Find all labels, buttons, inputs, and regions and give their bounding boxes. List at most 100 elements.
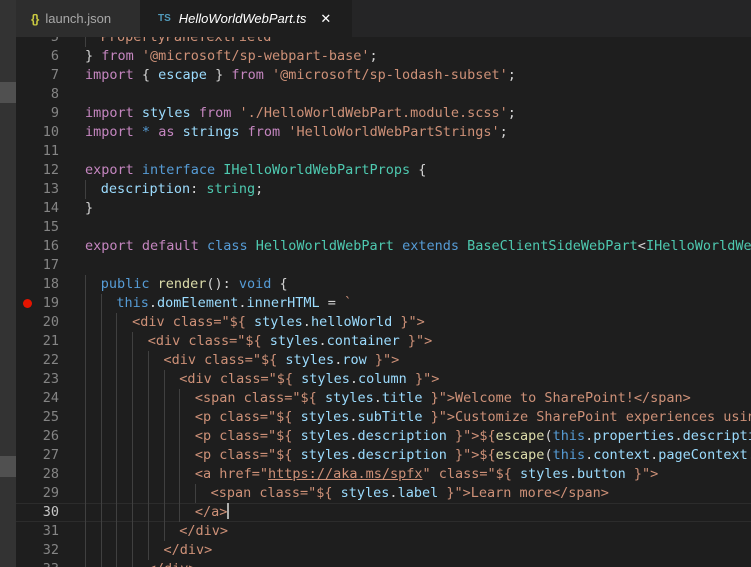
line-number: 9 [50, 105, 59, 121]
code-token: { [410, 162, 427, 178]
code-token: ; [369, 48, 378, 64]
code-line[interactable]: 23 <div class="${ styles.column }"> [16, 370, 751, 389]
code-token: import [85, 105, 134, 121]
indent-guide [116, 427, 118, 446]
indent-guide [163, 465, 165, 484]
code-text: } from '@microsoft/sp-webpart-base'; [85, 47, 378, 66]
code-token: description [682, 428, 751, 444]
code-line[interactable]: 26 <p class="${ styles.description }">${e… [16, 427, 751, 446]
code-token: interface [141, 162, 216, 178]
code-line[interactable]: 28 <a href="https://aka.ms/spfx" class="$… [16, 465, 751, 484]
code-token: label [397, 485, 439, 501]
code-line[interactable]: 32 </div> [16, 541, 751, 560]
code-line[interactable]: 21 <div class="${ styles.container }"> [16, 332, 751, 351]
indent-guide [85, 541, 86, 560]
code-token: context [593, 447, 651, 463]
code-token: styles [269, 333, 319, 349]
code-token: https://aka.ms/spfx [268, 466, 423, 482]
line-number: 5 [50, 37, 59, 45]
code-line[interactable]: 12 export interface IHelloWorldWebPartPro… [16, 161, 751, 180]
code-token: <span class="${ [210, 485, 341, 501]
code-line[interactable]: 18 public render(): void { [16, 275, 751, 294]
code-token: <p class="${ [194, 447, 301, 463]
indent-guide [147, 370, 149, 389]
code-line[interactable]: 14} [16, 199, 751, 218]
code-line[interactable]: 25 <p class="${ styles.subTitle }">Custom… [16, 408, 751, 427]
code-text: <span class="${ styles.label }">Learn mo… [211, 484, 609, 503]
tab-hello-world-web-part-ts[interactable]: TS HelloWorldWebPart.ts ✕ [140, 0, 352, 37]
code-line[interactable]: 30 </a> [16, 503, 751, 522]
indent-guide [100, 370, 102, 389]
code-text: </a> [195, 503, 230, 522]
code-line[interactable]: 5 PropertyPaneTextField [16, 37, 751, 47]
code-token: from [231, 67, 264, 83]
code-token: * [141, 124, 151, 140]
indent-guide [147, 446, 149, 465]
indent-guide [116, 503, 118, 522]
tab-launch-json[interactable]: {} launch.json [16, 0, 140, 37]
code-token: IHelloWorldWebPart [645, 238, 751, 254]
code-line[interactable]: 20 <div class="${ styles.helloWorld }"> [16, 313, 751, 332]
code-line[interactable]: 24 <span class="${ styles.title }">Welcom… [16, 389, 751, 408]
indent-guide [85, 275, 86, 294]
code-token: extends [402, 238, 459, 254]
code-line[interactable]: 31 </div> [16, 522, 751, 541]
code-token: class [206, 238, 248, 254]
indent-guide [85, 465, 86, 484]
line-number: 15 [42, 219, 59, 235]
code-line[interactable]: 8 [16, 85, 751, 104]
code-token: </div> [148, 561, 197, 567]
code-text: <div class="${ styles.column }"> [179, 370, 439, 389]
code-line[interactable]: 29 <span class="${ styles.label }">Learn … [16, 484, 751, 503]
code-line[interactable]: 6} from '@microsoft/sp-webpart-base'; [16, 47, 751, 66]
code-editor[interactable]: 5 PropertyPaneTextField 6} from '@microsof… [16, 37, 751, 567]
code-token: styles [340, 485, 390, 501]
code-line[interactable]: 15 [16, 218, 751, 237]
indent-guide [132, 351, 134, 370]
indent-guide [100, 522, 102, 541]
indent-guide [179, 427, 181, 446]
code-token: ; [507, 105, 516, 121]
code-line[interactable]: 11 [16, 142, 751, 161]
indent-guide [85, 408, 86, 427]
code-text: </div> [164, 541, 213, 560]
code-line[interactable]: 22 <div class="${ styles.row }"> [16, 351, 751, 370]
code-line[interactable]: 16 export default class HelloWorldWebPart… [16, 237, 751, 256]
indent-guide [100, 408, 102, 427]
code-line[interactable]: 10 import * as strings from 'HelloWorldWe… [16, 123, 751, 142]
code-token: }"> [406, 371, 440, 387]
code-line[interactable]: 27 <p class="${ styles.description }">${e… [16, 446, 751, 465]
code-line[interactable]: 19 this.domElement.innerHTML = ` [16, 294, 751, 313]
code-token: this [116, 295, 149, 311]
indent-guide [100, 332, 102, 351]
code-token: helloWorld [310, 314, 393, 330]
line-number: 33 [16, 560, 59, 567]
code-token: ; [507, 67, 516, 83]
code-line[interactable]: 17 [16, 256, 751, 275]
code-line[interactable]: 13 description: string; [16, 180, 751, 199]
code-token: . [674, 428, 683, 444]
line-number: 16 [42, 238, 59, 254]
indent-guide [132, 541, 134, 560]
code-line[interactable]: 9 import styles from './HelloWorldWebPart… [16, 104, 751, 123]
close-icon[interactable]: ✕ [320, 11, 331, 27]
activity-item-marker[interactable] [0, 456, 16, 477]
code-line[interactable]: 33 </div> [16, 560, 751, 567]
activity-item-marker[interactable] [0, 82, 16, 103]
code-token: }">Learn more</span> [438, 485, 609, 501]
code-token: '@microsoft/sp-lodash-subset' [272, 67, 508, 83]
indent-guide [132, 389, 134, 408]
indent-guide [179, 465, 181, 484]
code-token: this [552, 428, 586, 444]
line-number: 13 [42, 181, 59, 197]
code-token: export [85, 162, 134, 178]
code-text: </div> [179, 522, 228, 541]
code-token: }"> [366, 352, 400, 368]
code-line[interactable]: 7 import { escape } from '@microsoft/sp-l… [16, 66, 751, 85]
